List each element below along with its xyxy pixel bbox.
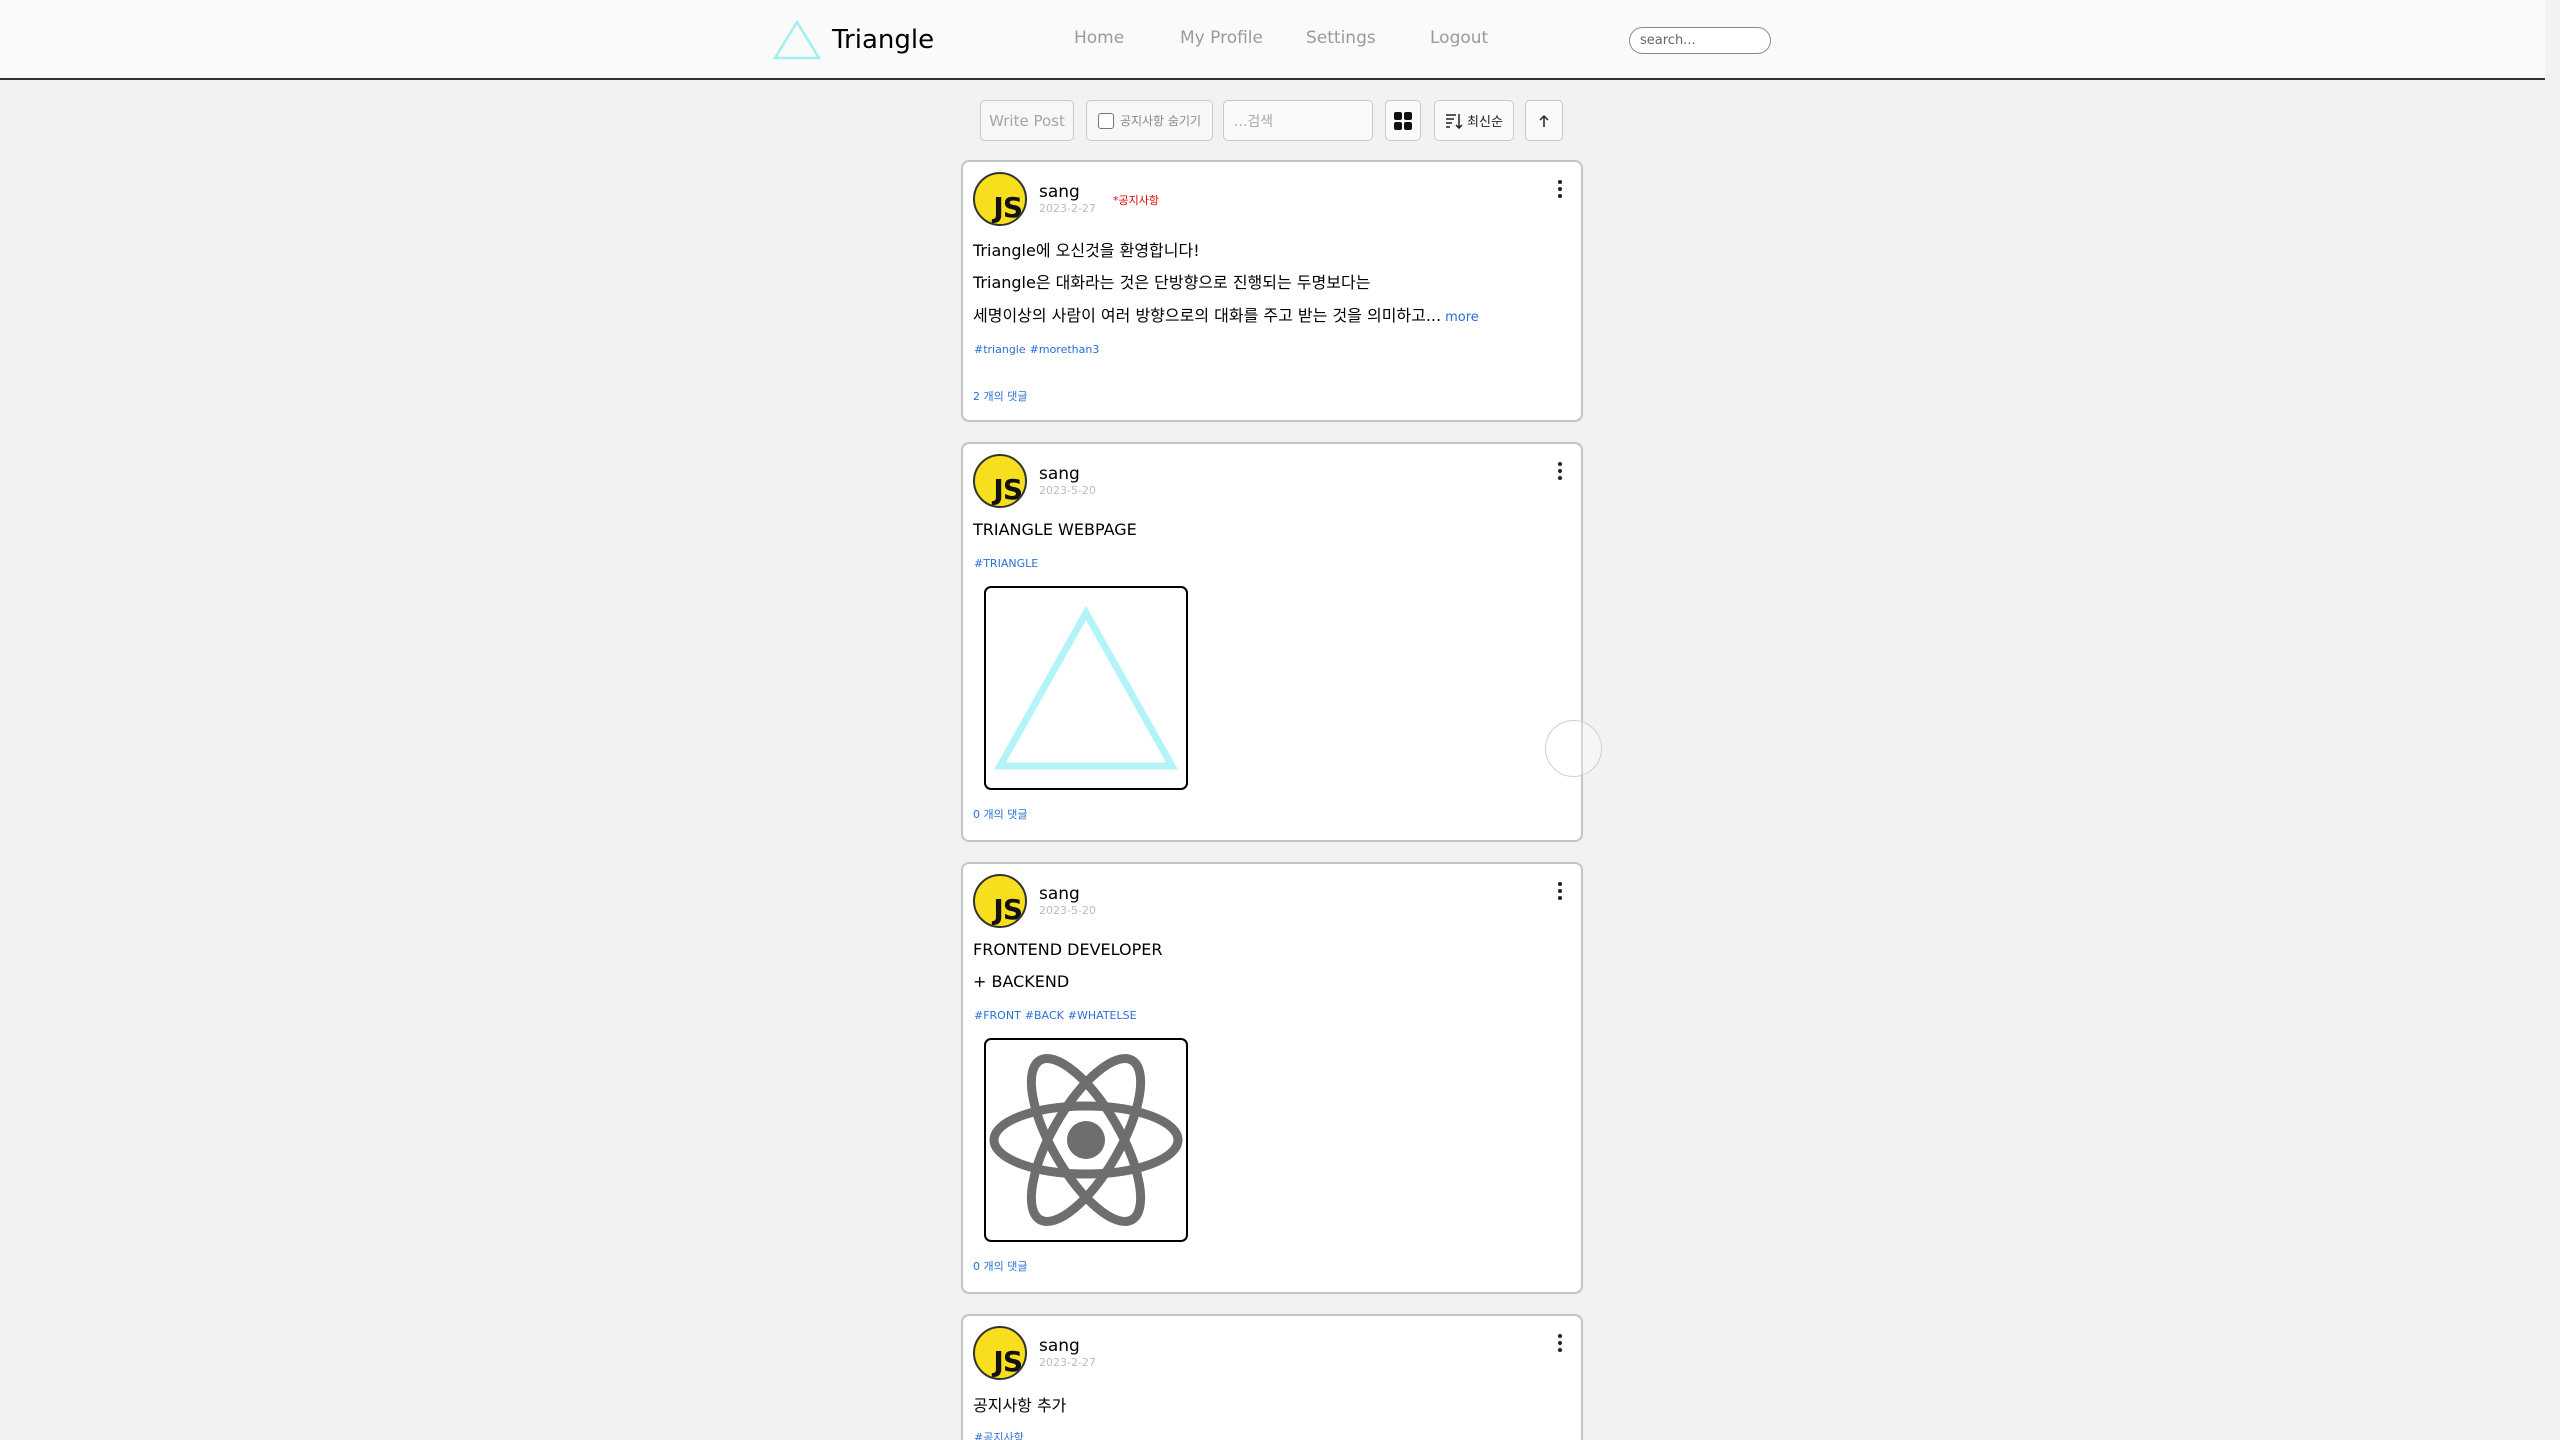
post-username[interactable]: sang <box>1039 464 1080 484</box>
sort-button[interactable]: 최신순 <box>1434 100 1514 141</box>
tag-link[interactable]: #공지사항 <box>974 1431 1024 1440</box>
grid-icon <box>1394 111 1412 130</box>
header-search-input[interactable] <box>1629 27 1771 54</box>
notice-badge: *공지사항 <box>1113 194 1159 207</box>
post-text-line: 세명이상의 사람이 여러 방향으로의 대화를 주고 받는 것을 의미하고... m… <box>973 306 1479 325</box>
post-text-line: Triangle은 대화라는 것은 단방향으로 진행되는 두명보다는 <box>973 273 1371 292</box>
post-text-line: FRONTEND DEVELOPER <box>973 940 1163 959</box>
more-options-icon[interactable] <box>1557 1334 1563 1354</box>
avatar[interactable]: JS <box>973 874 1027 928</box>
post-tags: #TRIANGLE <box>974 557 1042 570</box>
post-username[interactable]: sang <box>1039 182 1080 202</box>
post-text-line: Triangle에 오신것을 환영합니다! <box>973 241 1200 260</box>
hide-notice-checkbox[interactable] <box>1097 112 1114 129</box>
scroll-top-button[interactable] <box>1525 100 1563 141</box>
post-card[interactable]: JS sang 2023-5-20 TRIANGLE WEBPAGE #TRIA… <box>961 442 1583 842</box>
post-date: 2023-5-20 <box>1039 904 1096 917</box>
nav-my-profile[interactable]: My Profile <box>1180 28 1263 48</box>
post-date: 2023-5-20 <box>1039 484 1096 497</box>
post-text-line: + BACKEND <box>973 972 1070 991</box>
tag-link[interactable]: #FRONT <box>974 1009 1021 1022</box>
post-username[interactable]: sang <box>1039 884 1080 904</box>
nav-home[interactable]: Home <box>1074 28 1124 48</box>
tag-link[interactable]: #BACK <box>1025 1009 1064 1022</box>
avatar[interactable]: JS <box>973 1326 1027 1380</box>
post-image[interactable] <box>984 1038 1188 1242</box>
more-options-icon[interactable] <box>1557 462 1563 482</box>
react-logo-image <box>989 1054 1183 1226</box>
scroll-indicator[interactable] <box>1545 720 1602 777</box>
post-tags: #triangle #morethan3 <box>974 343 1103 356</box>
post-toolbar: Write Post 공지사항 숨기기 ...검색 최신순 <box>0 100 2560 142</box>
post-image[interactable] <box>984 586 1188 790</box>
avatar[interactable]: JS <box>973 454 1027 508</box>
post-card[interactable]: JS sang 2023-2-27 *공지사항 Triangle에 오신것을 환… <box>961 160 1583 422</box>
avatar[interactable]: JS <box>973 172 1027 226</box>
post-date: 2023-2-27 <box>1039 202 1096 215</box>
comment-count-link[interactable]: 0 개의 댓글 <box>973 806 1027 822</box>
post-text-line: TRIANGLE WEBPAGE <box>973 520 1137 539</box>
main-nav: Home My Profile Settings Logout <box>0 28 2545 52</box>
hide-notice-toggle[interactable]: 공지사항 숨기기 <box>1086 100 1213 141</box>
comment-count-link[interactable]: 2 개의 댓글 <box>973 388 1027 404</box>
post-card[interactable]: JS sang 2023-2-27 공지사항 추가 #공지사항 <box>961 1314 1583 1440</box>
grid-view-button[interactable] <box>1385 100 1421 141</box>
nav-logout[interactable]: Logout <box>1430 28 1488 48</box>
post-tags: #FRONT #BACK #WHATELSE <box>974 1009 1141 1022</box>
tag-link[interactable]: #triangle <box>974 343 1026 356</box>
post-card[interactable]: JS sang 2023-5-20 FRONTEND DEVELOPER + B… <box>961 862 1583 1294</box>
tag-link[interactable]: #morethan3 <box>1030 343 1100 356</box>
post-text-line: 공지사항 추가 <box>973 1396 1067 1415</box>
triangle-logo-image <box>994 605 1178 770</box>
top-navbar: Triangle Home My Profile Settings Logout <box>0 0 2545 80</box>
comment-count-link[interactable]: 0 개의 댓글 <box>973 1258 1027 1274</box>
post-date: 2023-2-27 <box>1039 1356 1096 1369</box>
nav-settings[interactable]: Settings <box>1306 28 1376 48</box>
tag-link[interactable]: #TRIANGLE <box>974 557 1038 570</box>
tag-link[interactable]: #WHATELSE <box>1068 1009 1137 1022</box>
more-options-icon[interactable] <box>1557 180 1563 200</box>
more-link[interactable]: more <box>1445 310 1479 325</box>
post-search-input[interactable]: ...검색 <box>1223 100 1373 141</box>
arrow-up-icon <box>1539 114 1549 127</box>
more-options-icon[interactable] <box>1557 882 1563 902</box>
post-tags: #공지사항 <box>974 1429 1028 1440</box>
sort-label: 최신순 <box>1467 115 1503 130</box>
post-username[interactable]: sang <box>1039 1336 1080 1356</box>
write-post-button[interactable]: Write Post <box>980 100 1074 141</box>
hide-notice-label: 공지사항 숨기기 <box>1119 114 1202 128</box>
sort-icon <box>1446 113 1463 129</box>
